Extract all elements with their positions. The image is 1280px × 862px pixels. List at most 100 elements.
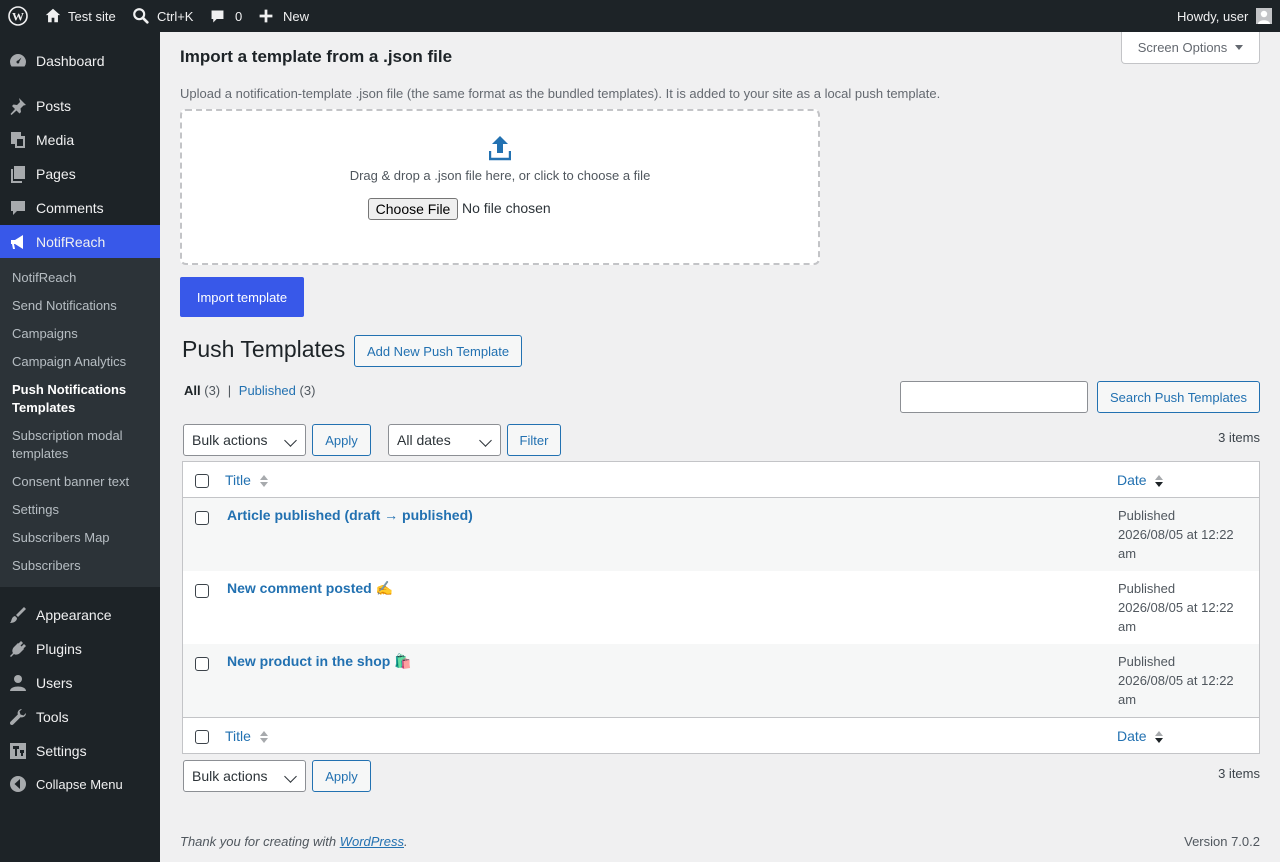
site-name: Test site xyxy=(68,8,116,24)
submenu-subscription-modal-templates[interactable]: Subscription modal templates xyxy=(12,427,152,463)
import-template-button[interactable]: Import template xyxy=(180,277,304,317)
comment-icon xyxy=(209,8,226,25)
chevron-down-icon xyxy=(284,770,297,783)
footer-version: Version 7.0.2 xyxy=(1184,834,1260,849)
submenu-push-notifications-templates[interactable]: Push Notifications Templates xyxy=(12,381,152,417)
sort-arrows-icon xyxy=(259,475,268,488)
table-row: New comment posted ✍️ Published 2026/08/… xyxy=(182,571,1260,644)
menu-notifreach[interactable]: NotifReach xyxy=(0,225,160,259)
search-shortcut: Ctrl+K xyxy=(157,8,194,24)
menu-label: Plugins xyxy=(36,641,82,657)
howdy-text: Howdy, user xyxy=(1177,8,1249,24)
menu-comments[interactable]: Comments xyxy=(0,191,160,225)
choose-file-button[interactable]: Choose File xyxy=(368,198,458,220)
table-header: Title Date xyxy=(182,461,1260,498)
avatar xyxy=(1256,8,1273,24)
filter-button[interactable]: Filter xyxy=(507,424,561,456)
plus-icon xyxy=(258,8,274,24)
select-all-checkbox-bottom[interactable] xyxy=(195,730,209,744)
date-filter-value: All dates xyxy=(397,432,451,448)
wordpress-logo-icon[interactable]: W xyxy=(8,0,28,32)
megaphone-icon xyxy=(0,232,36,252)
date-column-footer[interactable]: Date xyxy=(1117,728,1164,745)
dropzone-text: Drag & drop a .json file here, or click … xyxy=(349,168,651,183)
menu-posts[interactable]: Posts xyxy=(0,89,160,123)
submenu-settings[interactable]: Settings xyxy=(12,501,152,519)
menu-label: NotifReach xyxy=(36,234,106,250)
new-content-link[interactable]: New xyxy=(258,0,309,32)
title-column-header[interactable]: Title xyxy=(225,472,269,489)
media-icon xyxy=(0,130,36,150)
menu-label: Dashboard xyxy=(36,53,105,69)
command-palette-link[interactable]: Ctrl+K xyxy=(132,0,193,32)
row-checkbox[interactable] xyxy=(195,511,209,525)
submenu-send-notifications[interactable]: Send Notifications xyxy=(12,297,152,315)
filter-published[interactable]: Published (3) xyxy=(239,383,316,398)
row-title-link[interactable]: Article published (draft → published) xyxy=(227,507,473,523)
footer-thanks: Thank you for creating with WordPress. xyxy=(180,834,408,849)
admin-bar: W Test site Ctrl+K 0 New Howdy, user xyxy=(0,0,1280,32)
paintbrush-icon xyxy=(0,605,36,625)
menu-label: Media xyxy=(36,132,75,148)
date-column-header[interactable]: Date xyxy=(1117,472,1164,489)
menu-tools[interactable]: Tools xyxy=(0,700,160,734)
row-title-link[interactable]: New comment posted ✍️ xyxy=(227,580,393,597)
collapse-icon xyxy=(0,774,36,794)
date-filter-select[interactable]: All dates xyxy=(388,424,501,456)
submenu-subscribers[interactable]: Subscribers xyxy=(12,557,152,575)
home-icon xyxy=(44,7,62,25)
submenu-notifreach[interactable]: NotifReach xyxy=(12,269,152,287)
bulk-actions-select-top[interactable]: Bulk actions xyxy=(183,424,306,456)
menu-pages[interactable]: Pages xyxy=(0,157,160,191)
add-new-push-template-button[interactable]: Add New Push Template xyxy=(354,335,522,367)
submenu-campaigns[interactable]: Campaigns xyxy=(12,325,152,343)
import-description: Upload a notification-template .json fil… xyxy=(180,86,941,101)
table-row: Article published (draft → published) Pu… xyxy=(182,498,1260,571)
my-account-link[interactable]: Howdy, user xyxy=(1177,0,1273,32)
status-filters: All (3) | Published (3) xyxy=(184,383,315,398)
menu-label: Settings xyxy=(36,743,87,759)
dashboard-icon xyxy=(0,51,36,71)
sort-desc-icon xyxy=(1155,475,1164,488)
items-count-top: 3 items xyxy=(1218,430,1260,445)
new-label: New xyxy=(283,8,310,24)
caret-down-icon xyxy=(1235,45,1244,50)
row-date: Published 2026/08/05 at 12:22 am xyxy=(1118,581,1234,634)
submenu-consent-banner-text[interactable]: Consent banner text xyxy=(12,473,152,491)
menu-plugins[interactable]: Plugins xyxy=(0,632,160,666)
select-all-checkbox[interactable] xyxy=(195,474,209,488)
collapse-menu-button[interactable]: Collapse Menu xyxy=(0,767,160,801)
submenu-campaign-analytics[interactable]: Campaign Analytics xyxy=(12,353,152,371)
screen-options-label: Screen Options xyxy=(1137,40,1228,55)
menu-label: Comments xyxy=(36,200,104,216)
menu-settings[interactable]: Settings xyxy=(0,734,160,768)
apply-button-bottom[interactable]: Apply xyxy=(312,760,371,792)
chevron-down-icon xyxy=(284,434,297,447)
menu-users[interactable]: Users xyxy=(0,666,160,700)
notifreach-submenu: NotifReach Send Notifications Campaigns … xyxy=(0,258,160,587)
site-name-link[interactable]: Test site xyxy=(44,0,116,32)
wordpress-link[interactable]: WordPress xyxy=(340,834,404,849)
search-push-templates-button[interactable]: Search Push Templates xyxy=(1097,381,1260,413)
menu-label: Posts xyxy=(36,98,72,114)
row-checkbox[interactable] xyxy=(195,584,209,598)
menu-media[interactable]: Media xyxy=(0,123,160,157)
search-input[interactable] xyxy=(900,381,1088,413)
wrench-icon xyxy=(0,707,36,727)
row-title-link[interactable]: New product in the shop 🛍️ xyxy=(227,653,412,670)
filter-separator: | xyxy=(227,383,232,398)
file-dropzone[interactable]: Drag & drop a .json file here, or click … xyxy=(180,109,820,265)
plug-icon xyxy=(0,639,36,659)
sort-desc-icon xyxy=(1155,731,1164,744)
menu-dashboard[interactable]: Dashboard xyxy=(0,44,160,78)
row-checkbox[interactable] xyxy=(195,657,209,671)
title-column-footer[interactable]: Title xyxy=(225,728,269,745)
bulk-actions-select-bottom[interactable]: Bulk actions xyxy=(183,760,306,792)
comments-link[interactable]: 0 xyxy=(209,0,242,32)
search-icon xyxy=(132,7,150,25)
submenu-subscribers-map[interactable]: Subscribers Map xyxy=(12,529,152,547)
apply-button-top[interactable]: Apply xyxy=(312,424,371,456)
screen-options-button[interactable]: Screen Options xyxy=(1121,32,1260,64)
menu-appearance[interactable]: Appearance xyxy=(0,598,160,632)
filter-all[interactable]: All (3) xyxy=(184,383,220,398)
